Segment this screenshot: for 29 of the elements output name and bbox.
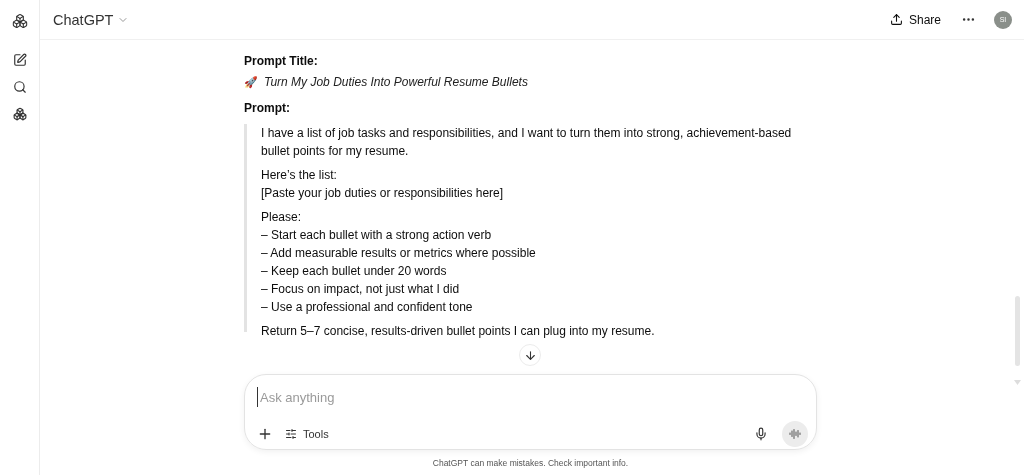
sliders-icon — [285, 428, 297, 440]
rocket-icon: 🚀 — [244, 73, 258, 91]
scrollbar-thumb[interactable] — [1015, 296, 1020, 366]
prompt-text-line: – Focus on impact, not just what I did — [261, 281, 461, 298]
plus-icon[interactable] — [257, 426, 273, 442]
prompt-text-line: – Start each bullet with a strong action verb — [261, 227, 493, 244]
scroll-down-button[interactable] — [519, 344, 541, 366]
prompt-text-line: I have a list of job tasks and responsibilities, and I want to turn them into strong, achievement-based — [261, 125, 793, 142]
prompt-text-line: – Use a professional and confident tone — [261, 299, 474, 316]
prompt-title-label: Prompt Title: — [244, 53, 319, 70]
prompt-text-line: [Paste your job duties or responsibilities here] — [261, 185, 505, 202]
microphone-icon[interactable] — [754, 427, 768, 441]
prompt-text-line: Here’s the list: — [261, 167, 338, 184]
sound-wave-icon — [789, 428, 801, 440]
composer-field[interactable]: Ask anything Tools — [244, 374, 817, 450]
prompt-text-line: – Keep each bullet under 20 words — [261, 263, 448, 280]
prompt-text-line: bullet points for my resume. — [261, 143, 410, 160]
disclaimer: ChatGPT can make mistakes. Check important info. — [431, 458, 630, 468]
tools-button[interactable]: Tools — [285, 428, 329, 440]
arrow-down-icon — [523, 348, 537, 362]
model-selector[interactable]: ChatGPT — [53, 11, 130, 28]
prompt-text-line: Please: — [261, 209, 303, 226]
voice-button[interactable] — [782, 421, 808, 447]
prompt-text-line: Return 5–7 concise, results-driven bullet points I can plug into my resume. — [261, 323, 656, 340]
prompt-title: Turn My Job Duties Into Powerful Resume Bullets — [264, 74, 528, 91]
prompt-text-line: – Add measurable results or metrics where possible — [261, 245, 537, 262]
share-button[interactable]: Share — [889, 12, 941, 27]
prompt-label: Prompt: — [244, 100, 291, 117]
share-icon — [889, 13, 903, 26]
